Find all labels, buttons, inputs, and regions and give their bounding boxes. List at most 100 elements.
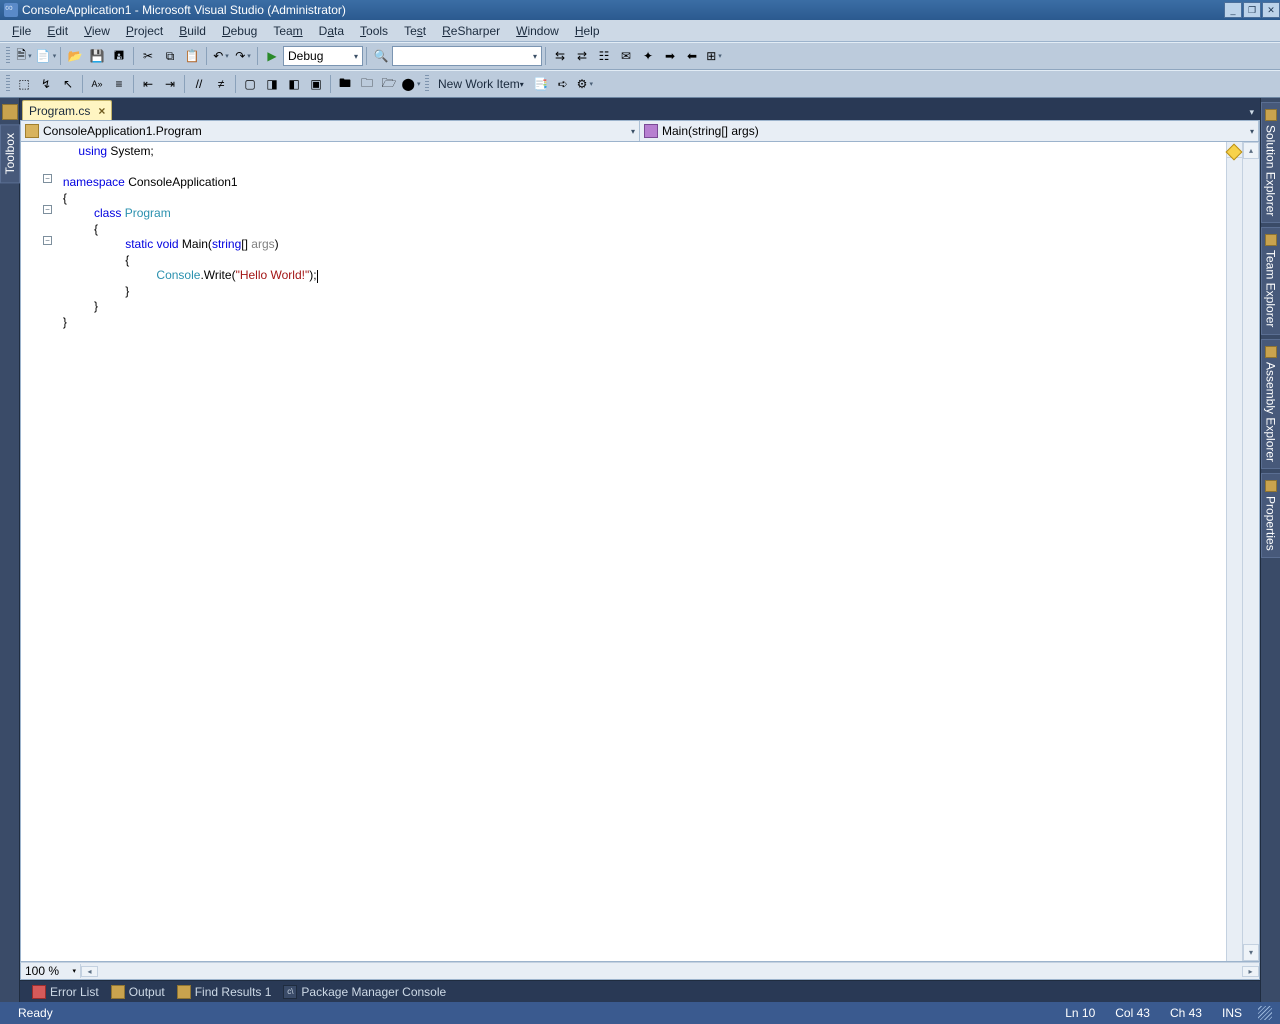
menu-debug[interactable]: Debug [214, 22, 265, 40]
menu-file[interactable]: File [4, 22, 39, 40]
nav-class-combo[interactable]: ConsoleApplication1.Program [21, 121, 640, 141]
indent-in-button[interactable]: ⇥ [159, 73, 181, 95]
tb2-a[interactable]: ⬚ [13, 73, 35, 95]
code-area[interactable]: using System; namespace ConsoleApplicati… [55, 142, 1226, 961]
tab-list-dropdown[interactable]: ▾ [1243, 105, 1260, 120]
tb2-o[interactable]: ⬤ [400, 73, 422, 95]
tb2-n[interactable]: 🗁 [378, 73, 400, 95]
tb-btn-e[interactable]: ✦ [637, 45, 659, 67]
tb-btn-f[interactable]: ➡ [659, 45, 681, 67]
grip-icon[interactable] [425, 75, 429, 93]
scroll-right-button[interactable]: ▸ [1242, 966, 1259, 977]
find-in-files-button[interactable]: 🔍 [370, 45, 392, 67]
scroll-track[interactable] [98, 966, 1242, 977]
cut-button[interactable]: ✂ [137, 45, 159, 67]
tb2-e[interactable]: ≡ [108, 73, 130, 95]
menu-test[interactable]: Test [396, 22, 434, 40]
uncomment-button[interactable]: ≠ [210, 73, 232, 95]
menu-edit[interactable]: Edit [39, 22, 76, 40]
tb2-k[interactable]: ▣ [305, 73, 327, 95]
tb-btn-c[interactable]: ☷ [593, 45, 615, 67]
tb-btn-b[interactable]: ⇄ [571, 45, 593, 67]
tb2-q[interactable]: ➪ [552, 73, 574, 95]
editor[interactable]: − − − using System; namespace ConsoleApp… [20, 142, 1260, 962]
fold-toggle[interactable]: − [43, 236, 52, 245]
nav-member-combo[interactable]: Main(string[] args) [640, 121, 1259, 141]
scroll-down-button[interactable]: ▾ [1243, 944, 1259, 961]
tab-solution-explorer[interactable]: Solution Explorer [1261, 102, 1280, 223]
tb2-j[interactable]: ◧ [283, 73, 305, 95]
separator [184, 75, 185, 93]
kw-using: using [78, 144, 107, 158]
grip-icon[interactable] [6, 47, 10, 65]
tab-team-explorer[interactable]: Team Explorer [1261, 227, 1280, 334]
add-item-button[interactable]: 📄 [35, 45, 57, 67]
menu-team[interactable]: Team [265, 22, 310, 40]
menu-data[interactable]: Data [311, 22, 352, 40]
tb-btn-a[interactable]: ⇆ [549, 45, 571, 67]
tab-assembly-explorer[interactable]: Assembly Explorer [1261, 339, 1280, 469]
fold-toggle[interactable]: − [43, 174, 52, 183]
tb2-m[interactable]: 🗀 [356, 73, 378, 95]
menu-project[interactable]: Project [118, 22, 171, 40]
toolbox-tab[interactable]: Toolbox [0, 124, 20, 183]
paste-button[interactable]: 📋 [181, 45, 203, 67]
menu-tools[interactable]: Tools [352, 22, 396, 40]
tb2-r[interactable]: ⚙ [574, 73, 596, 95]
tab-find-results[interactable]: Find Results 1 [171, 983, 278, 1001]
vertical-scrollbar[interactable]: ▴ ▾ [1242, 142, 1259, 961]
tb2-p[interactable]: 📑 [530, 73, 552, 95]
doc-tab-label: Program.cs [29, 104, 90, 118]
tab-label: Output [129, 985, 165, 999]
tab-pmc[interactable]: c\Package Manager Console [277, 983, 452, 1001]
grip-icon[interactable] [6, 75, 10, 93]
comment-button[interactable]: // [188, 73, 210, 95]
tb2-d[interactable]: A» [86, 73, 108, 95]
tb-btn-g[interactable]: ⬅ [681, 45, 703, 67]
save-all-button[interactable]: 🖪 [108, 45, 130, 67]
menu-resharper[interactable]: ReSharper [434, 22, 508, 40]
scroll-track[interactable] [1243, 159, 1259, 944]
tb2-i[interactable]: ◨ [261, 73, 283, 95]
tb2-h[interactable]: ▢ [239, 73, 261, 95]
doc-tab-program[interactable]: Program.cs × [22, 100, 112, 120]
tb2-c[interactable]: ↖ [57, 73, 79, 95]
tb-btn-h[interactable]: ⊞ [703, 45, 725, 67]
tb2-b[interactable]: ↯ [35, 73, 57, 95]
undo-button[interactable]: ↶ [210, 45, 232, 67]
tab-label: Package Manager Console [301, 985, 446, 999]
open-button[interactable]: 📂 [64, 45, 86, 67]
find-combo[interactable] [392, 46, 542, 66]
close-tab-icon[interactable]: × [98, 104, 105, 118]
start-debug-button[interactable]: ▶ [261, 45, 283, 67]
tab-label: Assembly Explorer [1264, 362, 1278, 462]
tab-properties[interactable]: Properties [1261, 473, 1280, 558]
config-combo[interactable]: Debug [283, 46, 363, 66]
tab-output[interactable]: Output [105, 983, 171, 1001]
redo-button[interactable]: ↷ [232, 45, 254, 67]
horizontal-scrollbar[interactable]: ◂ ▸ [81, 966, 1259, 977]
tb2-l[interactable]: 🖿 [334, 73, 356, 95]
menu-help[interactable]: Help [567, 22, 608, 40]
tab-error-list[interactable]: Error List [26, 983, 105, 1001]
new-work-item-button[interactable]: New Work Item [432, 74, 530, 94]
error-stripe[interactable]: − [1226, 142, 1242, 961]
separator [133, 47, 134, 65]
copy-button[interactable]: ⧉ [159, 45, 181, 67]
restore-button[interactable]: ❐ [1243, 2, 1261, 18]
menu-window[interactable]: Window [508, 22, 567, 40]
tb-btn-d[interactable]: ✉ [615, 45, 637, 67]
indent-out-button[interactable]: ⇤ [137, 73, 159, 95]
new-project-button[interactable]: 🗎 [13, 45, 35, 67]
close-button[interactable]: ✕ [1262, 2, 1280, 18]
minimize-button[interactable]: _ [1224, 2, 1242, 18]
zoom-combo[interactable]: 100 % [21, 964, 81, 978]
menu-view[interactable]: View [76, 22, 118, 40]
resize-grip-icon[interactable] [1258, 1006, 1272, 1020]
save-button[interactable]: 💾 [86, 45, 108, 67]
kw-class: class [94, 206, 125, 220]
menu-build[interactable]: Build [171, 22, 214, 40]
scroll-up-button[interactable]: ▴ [1243, 142, 1259, 159]
fold-toggle[interactable]: − [43, 205, 52, 214]
scroll-left-button[interactable]: ◂ [81, 966, 98, 977]
